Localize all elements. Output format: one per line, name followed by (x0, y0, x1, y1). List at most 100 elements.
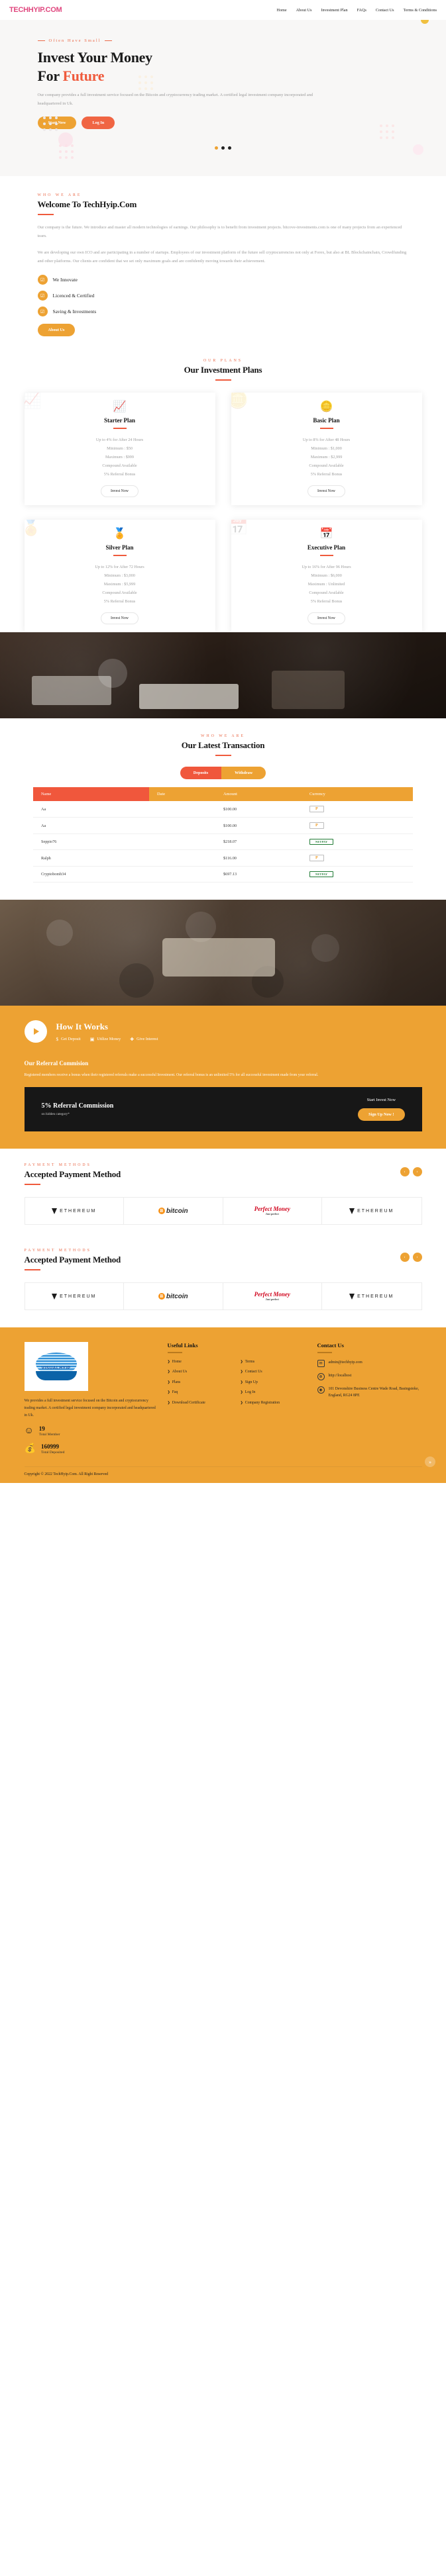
sign-up-now-button[interactable]: Sign Up Now ! (358, 1108, 405, 1121)
chevron-right-icon: ❯ (167, 1360, 170, 1364)
cell-date (149, 849, 215, 867)
payment-logo-cell[interactable]: Ƀ bitcoin (124, 1198, 223, 1225)
plan-card[interactable]: 📈 📈 Starter Plan Up to 4% for After 24 H… (24, 393, 215, 506)
plan-detail: Maximum : $2,999 (310, 455, 343, 460)
nav-item-faqs[interactable]: FAQs (357, 8, 366, 13)
ethereum-logo: ETHEREUM (52, 1208, 96, 1214)
plan-detail: Minimum : $50 (107, 446, 133, 452)
section-rule (317, 1352, 332, 1353)
plans-grid: 📈 📈 Starter Plan Up to 4% for After 24 H… (24, 393, 422, 633)
invest-now-button[interactable]: Invest Now (101, 612, 139, 625)
log-in-button[interactable]: Log In (82, 116, 115, 129)
contact-email[interactable]: ✉ admin@techhyip.com (317, 1359, 422, 1367)
referral-paragraph: Registered members receive a bonus when … (24, 1073, 319, 1078)
step-get-deposit: $ Get Deposit (56, 1037, 81, 1042)
plans-title: Our Investment Plans (184, 365, 262, 375)
payeer-icon: P (309, 822, 324, 830)
payment-logo-cell[interactable]: Perfect Money Just perfect (223, 1283, 322, 1310)
location-pin-icon: ◉ (317, 1386, 325, 1394)
invest-now-button[interactable]: Invest Now (307, 485, 345, 498)
chevron-right-icon[interactable]: › (412, 1253, 422, 1263)
payment-logo-cell[interactable]: ETHEREUM (25, 1198, 124, 1225)
slider-dot-3[interactable] (228, 146, 231, 150)
footer-stat-members: ☺ 19 Total Member (25, 1425, 157, 1437)
cell-date (149, 801, 215, 818)
payment-logos-row: ETHEREUM Ƀ bitcoin Perfect Money Just pe… (24, 1282, 422, 1311)
stat-label: Total Deposited (40, 1451, 65, 1455)
payment-logo-cell[interactable]: ETHEREUM (25, 1283, 124, 1310)
play-button-icon[interactable] (24, 1020, 47, 1043)
feature-label: We Innovate (52, 277, 78, 283)
footer-link-sign-up[interactable]: ❯ Sign Up (241, 1380, 307, 1386)
link-label: About Us (172, 1370, 188, 1374)
coins-stack-icon: 🪙 (319, 401, 333, 413)
decorative-dot-grid (138, 75, 153, 90)
payment-logo-cell[interactable]: ETHEREUM (322, 1283, 421, 1310)
ethereum-logo: ETHEREUM (52, 1293, 96, 1300)
how-it-works-row: How It Works $ Get Deposit ▣ Utilize Mon… (24, 1020, 422, 1043)
payment-logo-cell[interactable]: ETHEREUM (322, 1198, 421, 1224)
cell-amount: $116.00 (215, 849, 302, 867)
payment-logo-cell[interactable]: Ƀ bitcoin (124, 1283, 223, 1310)
referral-commission-box: 5% Referral Commission on hidden categor… (24, 1087, 422, 1132)
tab-deposits[interactable]: Deposits (180, 767, 222, 780)
plan-rule (319, 428, 333, 430)
plan-card[interactable]: 🪙 🪙 Basic Plan Up to 8% for After 48 Hou… (231, 393, 422, 506)
footer-link-home[interactable]: ❯ Home (168, 1360, 234, 1365)
column-header-date: Date (149, 787, 215, 802)
footer-link-faq[interactable]: ❯ Faq (168, 1390, 234, 1396)
footer-link-terms[interactable]: ❯ Terms (241, 1360, 307, 1365)
hero-slider-dots (38, 146, 409, 150)
nav-item-home[interactable]: Home (276, 8, 286, 13)
invest-now-button[interactable]: Invest Now (307, 612, 345, 625)
visualhyip-logo[interactable]: VISUALHYIP (24, 1342, 88, 1392)
decorative-dot-grid (42, 117, 58, 131)
chevron-right-icon[interactable]: › (412, 1167, 422, 1177)
about-paragraph-2: We are developing our own ICO and are pa… (37, 250, 407, 263)
contact-value: 101 Devonshire Business Centre Wade Road… (328, 1386, 419, 1398)
plan-name: Silver Plan (105, 544, 134, 551)
stat-number: 19 (38, 1425, 45, 1433)
plan-card[interactable]: 📅 📅 Executive Plan Up to 16% for After 9… (231, 520, 422, 633)
about-paragraph-1: Our company is the future. We introduce … (37, 224, 402, 238)
slider-dot-1[interactable] (215, 146, 218, 150)
calendar-icon: 📅 (231, 520, 249, 537)
contact-website[interactable]: ⊕ http://localhost (317, 1372, 422, 1380)
how-it-works-text: How It Works $ Get Deposit ▣ Utilize Mon… (56, 1022, 158, 1042)
ethereum-diamond-icon (349, 1208, 355, 1214)
plan-detail: Maximum : $5,999 (103, 582, 136, 587)
tab-withdraw[interactable]: Withdraw (221, 767, 266, 780)
step-label: Utilize Money (97, 1037, 121, 1042)
invest-now-button[interactable]: Invest Now (101, 485, 139, 498)
chart-growth-icon: 📈 (113, 401, 127, 413)
nav-item-investment-plan[interactable]: Investment Plan (321, 8, 348, 13)
site-logo[interactable]: TECHHYIP.COM (9, 6, 62, 14)
footer-link-about-us[interactable]: ❯ About Us (168, 1370, 234, 1375)
plan-card[interactable]: 🏅 🏅 Silver Plan Up to 12% for After 72 H… (24, 520, 215, 633)
about-us-button[interactable]: About Us (37, 324, 76, 337)
plan-detail: Compound Available (309, 463, 344, 469)
nav-item-terms-conditions[interactable]: Terms & Conditions (404, 8, 437, 13)
plan-name: Executive Plan (307, 544, 346, 551)
plan-detail: Minimum : $3,000 (104, 573, 135, 579)
hero-title-accent: Future (62, 67, 105, 84)
nav-item-contact-us[interactable]: Contact Us (376, 8, 394, 13)
payments-title: Accepted Payment Method (24, 1169, 121, 1180)
cell-amount: $100.00 (215, 817, 302, 835)
plans-heading: OUR PLANS Our Investment Plans (0, 359, 446, 381)
footer-link-company-registration[interactable]: ❯ Company Registration (241, 1401, 307, 1406)
chevron-left-icon[interactable]: ‹ (400, 1253, 410, 1263)
nav-item-about-us[interactable]: About Us (296, 8, 312, 13)
footer-link-contact-us[interactable]: ❯ Contact Us (241, 1370, 307, 1375)
footer-link-log-in[interactable]: ❯ Log In (241, 1390, 307, 1396)
banknote-icon: ▣ (89, 1036, 95, 1042)
chevron-left-icon[interactable]: ‹ (400, 1167, 410, 1177)
footer-link-download-certificate[interactable]: ❯ Download Certificate (168, 1401, 234, 1406)
check-square-icon: ☑ (37, 275, 48, 285)
slider-dot-2[interactable] (221, 146, 225, 150)
scroll-to-top-button[interactable]: » (425, 1456, 435, 1468)
decorative-blob (58, 132, 73, 147)
table-row: Ralph $116.00 P (33, 849, 413, 867)
footer-link-plans[interactable]: ❯ Plans (168, 1380, 234, 1386)
payment-logo-cell[interactable]: Perfect Money Just perfect (223, 1198, 322, 1225)
